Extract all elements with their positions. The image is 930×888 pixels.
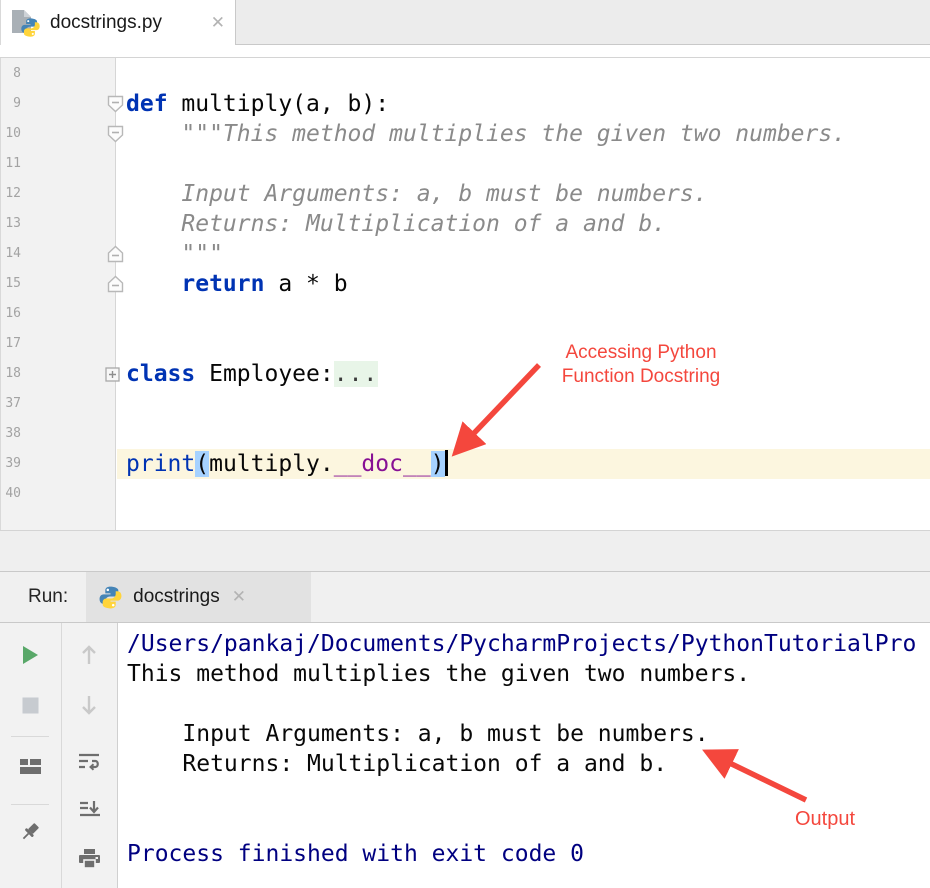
python-file-icon — [11, 9, 41, 37]
line-number[interactable]: 8 — [1, 59, 21, 89]
pin-icon[interactable] — [18, 820, 42, 844]
console-line: Returns: Multiplication of a and b. — [127, 749, 930, 779]
soft-wrap-icon[interactable] — [77, 750, 101, 774]
code-line-14[interactable]: """ — [117, 239, 930, 269]
run-console-area: /Users/pankaj/Documents/PycharmProjects/… — [0, 623, 930, 888]
editor-lines: def multiply(a, b): """This method multi… — [117, 59, 930, 509]
line-number[interactable]: 15 — [1, 269, 21, 299]
python-icon — [98, 585, 123, 610]
code-segment: multiply. — [209, 451, 334, 477]
console-line: Input Arguments: a, b must be numbers. — [127, 719, 930, 749]
line-number[interactable]: 14 — [1, 239, 21, 269]
code-line-12[interactable]: Input Arguments: a, b must be numbers. — [117, 179, 930, 209]
code-line-40[interactable] — [117, 479, 930, 509]
editor-gutter[interactable]: 8910111213141516171837383940 — [1, 58, 116, 530]
toolbar-separator — [11, 736, 49, 737]
code-segment: def — [126, 91, 168, 117]
editor-tab-bar: docstrings.py ✕ — [0, 0, 930, 45]
editor-runpanel-splitter[interactable] — [0, 530, 930, 572]
code-segment: Employee: — [195, 361, 333, 387]
line-number[interactable]: 39 — [1, 449, 21, 479]
editor-top-gap — [0, 45, 930, 58]
console-line — [127, 689, 930, 719]
stop-icon — [18, 693, 42, 717]
code-line-10[interactable]: """This method multiplies the given two … — [117, 119, 930, 149]
line-number[interactable]: 40 — [1, 479, 21, 509]
console-output[interactable]: /Users/pankaj/Documents/PycharmProjects/… — [118, 623, 930, 888]
code-line-11[interactable] — [117, 149, 930, 179]
close-icon[interactable]: ✕ — [232, 587, 246, 607]
code-segment: ... — [334, 361, 379, 387]
line-number[interactable]: 9 — [1, 89, 21, 119]
text-caret — [445, 450, 448, 476]
run-panel-header: Run: docstrings ✕ — [0, 572, 930, 623]
console-line: /Users/pankaj/Documents/PycharmProjects/… — [127, 629, 930, 659]
python-icon — [20, 17, 41, 38]
code-segment: """ — [126, 241, 223, 267]
code-line-39[interactable]: print(multiply.__doc__) — [117, 449, 930, 479]
navigate-down-icon — [77, 693, 101, 717]
toolbar-separator — [11, 804, 49, 805]
run-toolbar — [0, 623, 118, 888]
run-tab-docstrings[interactable]: docstrings ✕ — [86, 572, 311, 622]
annotation-output-note: Output — [758, 807, 892, 831]
annotation-line-2: Function Docstring — [516, 365, 766, 389]
line-number[interactable]: 10 — [1, 119, 21, 149]
editor[interactable]: 8910111213141516171837383940 def multipl… — [0, 58, 930, 530]
code-line-15[interactable]: return a * b — [117, 269, 930, 299]
code-segment: __doc__ — [334, 451, 431, 477]
restore-layout-icon[interactable] — [18, 755, 42, 779]
code-line-16[interactable] — [117, 299, 930, 329]
code-segment: """This method multiplies the given two … — [126, 121, 846, 147]
annotation-line-1: Accessing Python — [516, 341, 766, 365]
line-number[interactable]: 38 — [1, 419, 21, 449]
code-segment: print — [126, 451, 195, 477]
run-icon[interactable] — [18, 643, 42, 667]
code-line-13[interactable]: Returns: Multiplication of a and b. — [117, 209, 930, 239]
line-number[interactable]: 17 — [1, 329, 21, 359]
console-line: Process finished with exit code 0 — [127, 839, 930, 869]
code-segment: class — [126, 361, 195, 387]
scroll-to-end-icon[interactable] — [77, 798, 101, 822]
close-icon[interactable]: ✕ — [211, 13, 225, 33]
code-line-9[interactable]: def multiply(a, b): — [117, 89, 930, 119]
code-segment: ) — [431, 451, 445, 477]
line-number[interactable]: 18 — [1, 359, 21, 389]
gutter-numbers: 8910111213141516171837383940 — [1, 59, 21, 509]
code-segment: a * b — [264, 271, 347, 297]
run-tab-title: docstrings — [133, 586, 220, 608]
code-segment: Returns: Multiplication of a and b. — [126, 211, 666, 237]
printer-icon[interactable] — [77, 847, 101, 871]
toolbar-divider — [61, 623, 62, 888]
code-segment — [126, 271, 181, 297]
line-number[interactable]: 13 — [1, 209, 21, 239]
annotation-editor-note: Accessing Python Function Docstring — [516, 341, 766, 389]
line-number[interactable]: 16 — [1, 299, 21, 329]
code-line-37[interactable] — [117, 389, 930, 419]
line-number[interactable]: 11 — [1, 149, 21, 179]
code-line-38[interactable] — [117, 419, 930, 449]
console-line: This method multiplies the given two num… — [127, 659, 930, 689]
run-panel-label: Run: — [28, 586, 68, 608]
line-number[interactable]: 37 — [1, 389, 21, 419]
line-number[interactable]: 12 — [1, 179, 21, 209]
code-segment: return — [181, 271, 264, 297]
tab-docstrings-py[interactable]: docstrings.py ✕ — [0, 0, 236, 45]
console-line — [127, 779, 930, 809]
annotation-output-label: Output — [758, 807, 892, 831]
code-line-8[interactable] — [117, 59, 930, 89]
code-segment: Input Arguments: a, b must be numbers. — [126, 181, 708, 207]
editor-tab-title: docstrings.py — [50, 12, 162, 34]
code-segment: multiply(a, b): — [168, 91, 390, 117]
code-segment: ( — [195, 451, 209, 477]
navigate-up-icon — [77, 643, 101, 667]
